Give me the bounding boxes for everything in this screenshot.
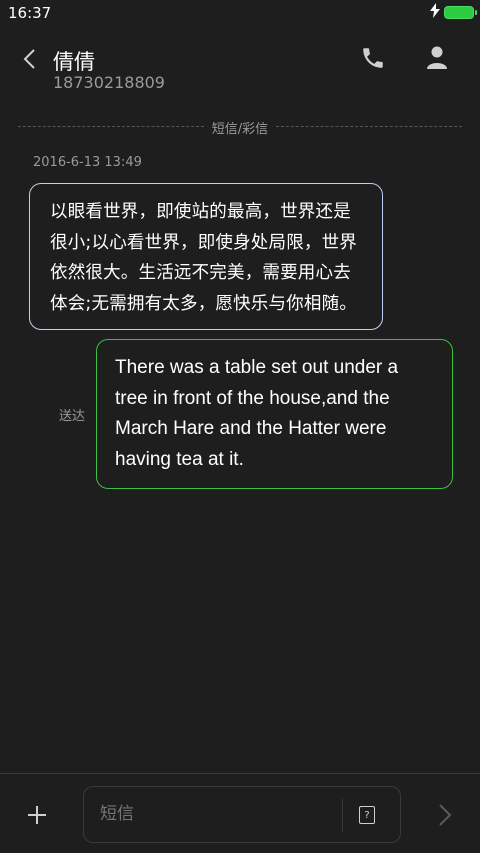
quick-reply-icon[interactable]: ? xyxy=(359,806,375,824)
composer-divider xyxy=(0,773,480,774)
phone-icon xyxy=(363,48,383,68)
chevron-left-icon xyxy=(23,49,35,69)
delivery-status: 送达 xyxy=(59,409,86,424)
send-button[interactable] xyxy=(432,800,458,830)
compose-separator xyxy=(342,799,343,832)
contact-name: 倩倩 xyxy=(53,50,95,74)
compose-box: ? xyxy=(83,786,401,843)
contact-number: 18730218809 xyxy=(53,73,165,92)
quick-reply-glyph: ? xyxy=(364,809,370,821)
person-icon xyxy=(427,46,447,69)
outgoing-message-text: There was a table set out under a tree i… xyxy=(115,357,399,470)
lightning-icon xyxy=(430,3,440,22)
chevron-right-icon xyxy=(439,804,452,826)
add-attachment-button[interactable] xyxy=(22,800,52,830)
message-timestamp: 2016-6-13 13:49 xyxy=(33,155,142,170)
message-input[interactable] xyxy=(100,804,320,824)
plus-icon xyxy=(28,806,46,824)
outgoing-message-bubble[interactable]: There was a table set out under a tree i… xyxy=(96,339,453,489)
status-time: 16:37 xyxy=(8,4,52,22)
battery-icon xyxy=(444,6,477,19)
contact-profile-button[interactable] xyxy=(425,45,451,73)
channel-label: 短信/彩信 xyxy=(211,122,269,137)
divider-line xyxy=(18,126,204,127)
back-button[interactable] xyxy=(14,44,44,74)
incoming-message-text: 以眼看世界，即使站的最高，世界还是很小;以心看世界，即使身处局限，世界依然很大。… xyxy=(50,202,357,314)
incoming-message-bubble[interactable]: 以眼看世界，即使站的最高，世界还是很小;以心看世界，即使身处局限，世界依然很大。… xyxy=(29,183,383,330)
divider-line xyxy=(276,126,462,127)
call-button[interactable] xyxy=(360,45,388,73)
